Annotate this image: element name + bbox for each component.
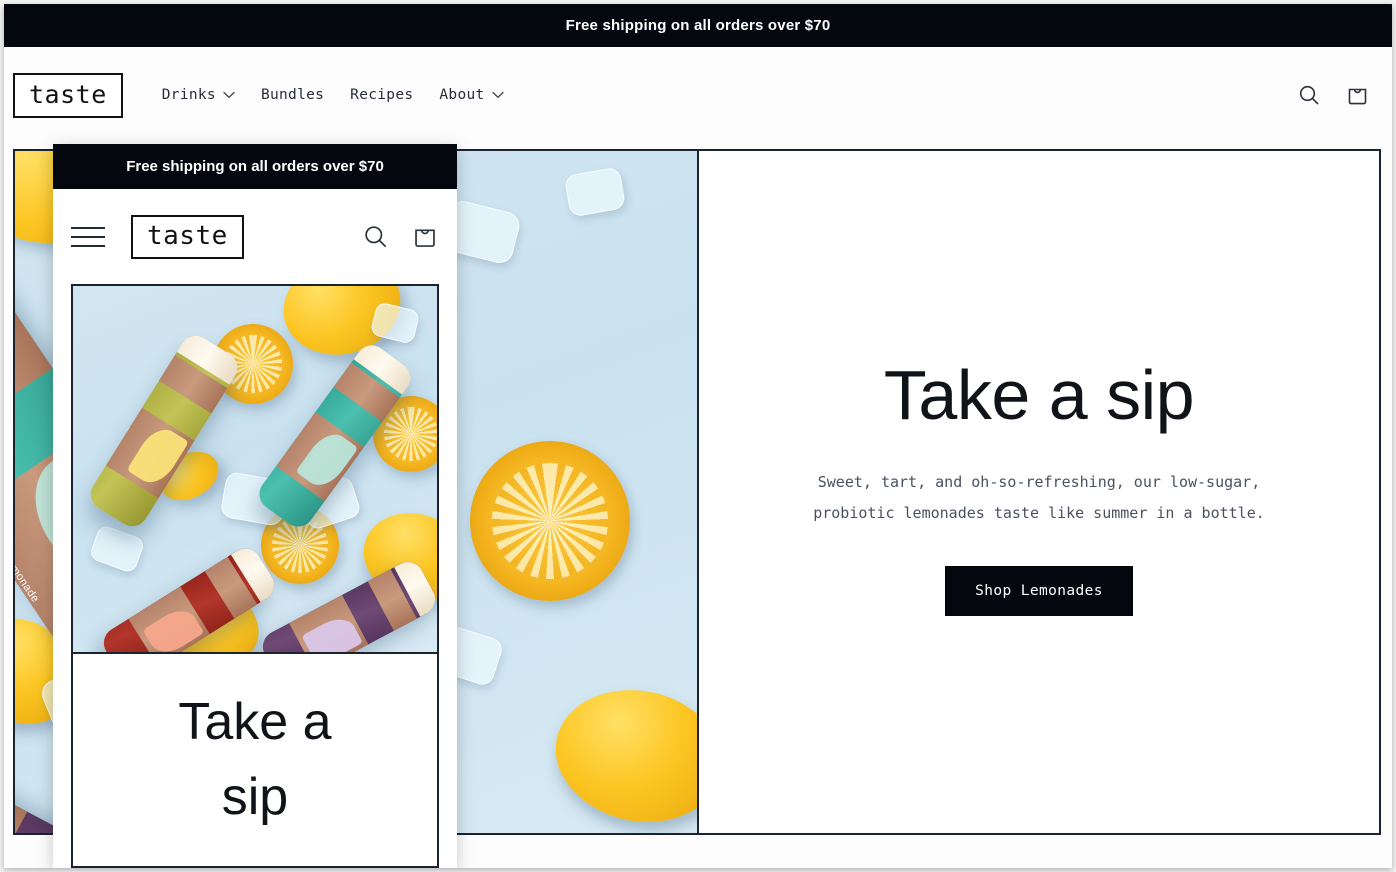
bottle-label-top (15, 783, 28, 833)
search-icon[interactable] (1297, 83, 1321, 107)
search-icon[interactable] (362, 223, 389, 250)
site-header: taste Drinks Bundles Recipes About (4, 47, 1392, 143)
mobile-hero-content: Take a sip (71, 652, 439, 868)
header-actions (1297, 83, 1370, 108)
mobile-hero-image (71, 284, 439, 652)
mobile-hero-heading: Take a sip (178, 692, 332, 826)
mobile-announcement-bar: Free shipping on all orders over $70 (53, 144, 457, 189)
mobile-site-logo[interactable]: taste (131, 214, 244, 259)
mobile-header-actions (362, 223, 439, 251)
ice-shape (88, 523, 146, 575)
bottle-label-top (15, 312, 53, 452)
nav-item-about[interactable]: About (439, 87, 504, 103)
hero-body-text: Sweet, tart, and oh-so-refreshing, our l… (813, 473, 1265, 522)
nav-item-label: About (439, 87, 485, 103)
lemon-shape (543, 674, 697, 833)
chevron-down-icon (223, 87, 235, 103)
mobile-preview-overlay: Free shipping on all orders over $70 tas… (53, 144, 457, 868)
mobile-product-photo (73, 286, 437, 652)
mobile-announcement-text: Free shipping on all orders over $70 (126, 158, 384, 175)
announcement-bar: Free shipping on all orders over $70 (4, 4, 1392, 47)
browser-window: Free shipping on all orders over $70 tas… (4, 4, 1392, 868)
shop-lemonades-button[interactable]: Shop Lemonades (945, 565, 1133, 616)
nav-item-label: Drinks (161, 87, 216, 103)
mobile-header: taste (53, 189, 457, 284)
nav-item-drinks[interactable]: Drinks (162, 87, 235, 103)
site-logo[interactable]: taste (13, 72, 123, 118)
site-logo-text: taste (29, 79, 107, 109)
nav-item-bundles[interactable]: Bundles (261, 87, 324, 103)
hero-heading: Take a sip (883, 355, 1195, 434)
lemon-slice-shape (470, 441, 630, 601)
cart-icon[interactable] (411, 223, 439, 251)
main-navigation: Drinks Bundles Recipes About (162, 87, 504, 103)
hamburger-icon[interactable] (71, 226, 105, 247)
cart-icon[interactable] (1345, 83, 1370, 108)
chevron-down-icon (491, 87, 504, 103)
nav-item-label: Recipes (350, 87, 414, 103)
bottle-label-main (288, 594, 369, 652)
mobile-site-logo-text: taste (147, 220, 228, 251)
hero-content: Take a sip Sweet, tart, and oh-so-refres… (699, 151, 1379, 833)
ice-shape (563, 166, 627, 218)
nav-item-label: Bundles (260, 87, 325, 103)
bottle-spicy-lemonade (84, 329, 244, 533)
announcement-text: Free shipping on all orders over $70 (565, 17, 831, 34)
nav-item-recipes[interactable]: Recipes (350, 87, 413, 103)
